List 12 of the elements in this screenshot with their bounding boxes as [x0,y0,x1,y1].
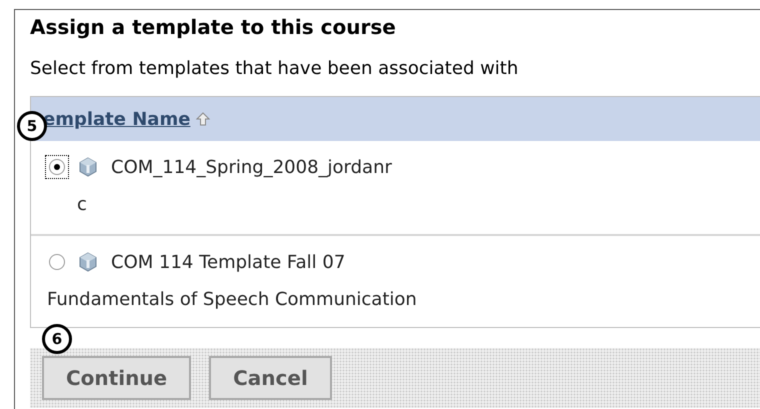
template-description: c [76,193,88,217]
template-description: Fundamentals of Speech Communication [46,288,418,312]
intro-text: Select from templates that have been associated with [30,57,520,81]
cube-icon [79,157,97,177]
radio-button[interactable] [45,155,69,179]
continue-button[interactable]: Continue [42,356,192,400]
cancel-button[interactable]: Cancel [209,356,332,400]
template-name: COM 114 Template Fall 07 [111,250,346,274]
callout-number: 6 [42,324,72,354]
page-heading: Assign a template to this course [30,14,397,41]
template-name: COM_114_Spring_2008_jordanr [111,156,392,180]
cube-icon [79,252,97,272]
